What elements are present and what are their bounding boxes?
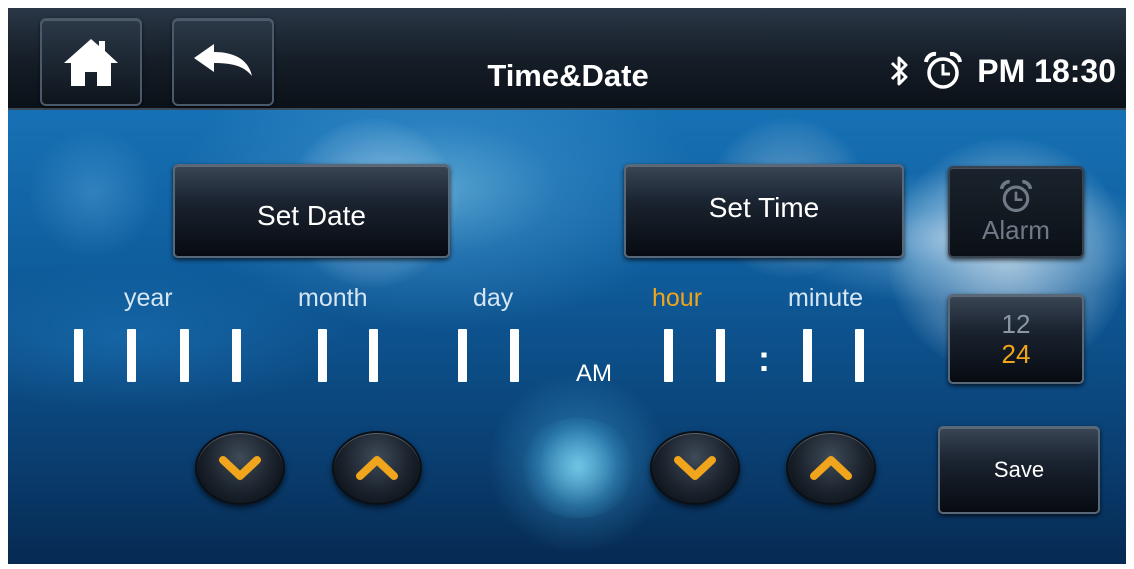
time-increment-button[interactable] — [786, 431, 876, 505]
month-label: month — [298, 284, 368, 312]
year-digit — [74, 329, 83, 382]
background-bubble — [518, 418, 638, 518]
hour-digit — [664, 329, 673, 382]
set-time-button[interactable]: Set Time — [624, 164, 904, 258]
time-date-screen: Time&Date PM 18:30 Set Date Set Time Ala… — [8, 8, 1126, 564]
time-decrement-button[interactable] — [650, 431, 740, 505]
day-label: day — [473, 284, 514, 312]
alarm-clock-icon — [924, 51, 963, 89]
minute-label: minute — [788, 284, 864, 312]
hour-label: hour — [652, 284, 703, 312]
page-title: Time&Date — [487, 58, 649, 93]
status-area: PM 18:30 — [889, 46, 1116, 96]
year-digit — [180, 329, 189, 382]
bluetooth-icon — [891, 56, 908, 86]
year-digit — [127, 329, 136, 382]
minute-digit — [803, 329, 812, 382]
minute-digit — [855, 329, 864, 382]
alarm-button[interactable]: Alarm — [948, 166, 1084, 258]
home-icon — [64, 39, 118, 86]
set-date-button[interactable]: Set Date — [173, 164, 450, 258]
chevron-up-icon — [356, 456, 398, 480]
home-button[interactable] — [40, 18, 142, 106]
format-24-option[interactable]: 24 — [1002, 339, 1031, 369]
header-bar: Time&Date PM 18:30 — [8, 8, 1126, 110]
save-label: Save — [993, 457, 1045, 482]
year-label: year — [124, 284, 173, 312]
month-digit — [369, 329, 378, 382]
alarm-clock-icon — [999, 179, 1033, 212]
format-12-option[interactable]: 12 — [1002, 309, 1031, 339]
set-time-label: Set Time — [708, 192, 820, 223]
background-bubble — [28, 128, 158, 258]
time-colon: : — [758, 338, 770, 379]
day-digit — [458, 329, 467, 382]
chevron-down-icon — [219, 456, 261, 480]
set-date-label: Set Date — [257, 200, 366, 231]
hour-digit — [716, 329, 725, 382]
chevron-down-icon — [674, 456, 716, 480]
back-arrow-icon — [194, 44, 252, 76]
save-button[interactable]: Save — [938, 426, 1100, 514]
date-increment-button[interactable] — [332, 431, 422, 505]
day-digit — [510, 329, 519, 382]
year-digit — [232, 329, 241, 382]
ampm-indicator: AM — [576, 360, 612, 387]
hour-format-toggle[interactable]: 12 24 — [948, 294, 1084, 384]
clock-text: PM 18:30 — [977, 52, 1116, 89]
alarm-label: Alarm — [982, 214, 1050, 245]
date-decrement-button[interactable] — [195, 431, 285, 505]
back-button[interactable] — [172, 18, 274, 106]
chevron-up-icon — [810, 456, 852, 480]
month-digit — [318, 329, 327, 382]
